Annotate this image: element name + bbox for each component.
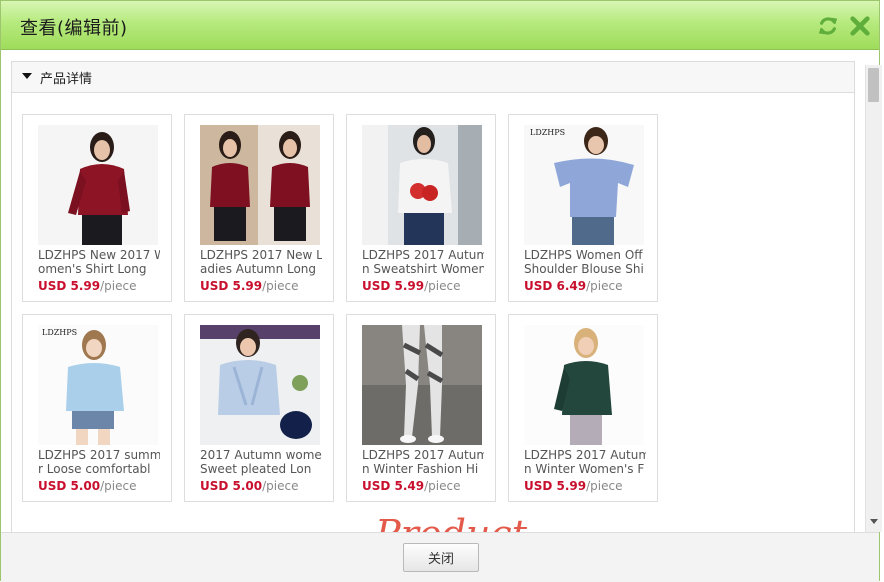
product-card[interactable]: 2017 Autumn women Sweet pleated Lon USD … bbox=[184, 314, 334, 502]
price-value: USD 5.99 bbox=[38, 279, 101, 293]
title-bar: 查看(编辑前) bbox=[1, 1, 879, 50]
product-price: USD 5.99/piece bbox=[524, 479, 623, 493]
product-card[interactable]: LDZHPS 2017 Autum n Sweatshirt Women USD… bbox=[346, 114, 496, 302]
svg-text:LDZHPS: LDZHPS bbox=[530, 128, 565, 137]
window-title: 查看(编辑前) bbox=[20, 18, 128, 39]
product-image[interactable] bbox=[524, 325, 644, 445]
product-image[interactable]: LDZHPS bbox=[524, 125, 644, 245]
product-image[interactable] bbox=[200, 125, 320, 245]
price-value: USD 5.99 bbox=[524, 479, 587, 493]
product-name[interactable]: LDZHPS Women Off Shoulder Blouse Shi bbox=[524, 248, 646, 276]
price-unit: /piece bbox=[586, 279, 623, 293]
product-name[interactable]: 2017 Autumn women Sweet pleated Lon bbox=[200, 448, 322, 476]
product-name[interactable]: LDZHPS 2017 New L adies Autumn Long bbox=[200, 248, 322, 276]
svg-text:LDZHPS: LDZHPS bbox=[42, 328, 77, 337]
product-price: USD 5.00/piece bbox=[200, 479, 299, 493]
product-image[interactable] bbox=[362, 125, 482, 245]
price-unit: /piece bbox=[262, 479, 299, 493]
scroll-down-icon[interactable] bbox=[870, 519, 878, 524]
panel-header[interactable]: 产品详情 bbox=[12, 62, 854, 93]
price-unit: /piece bbox=[262, 279, 299, 293]
product-image[interactable] bbox=[38, 125, 158, 245]
price-value: USD 5.49 bbox=[362, 479, 425, 493]
dialog-footer: 关闭 bbox=[1, 532, 879, 582]
product-card[interactable]: LDZHPS LDZHPS Women Off Shoulder Blouse … bbox=[508, 114, 658, 302]
product-name[interactable]: LDZHPS 2017 Autum n Winter Fashion Hi bbox=[362, 448, 484, 476]
price-unit: /piece bbox=[100, 279, 137, 293]
product-card[interactable]: LDZHPS 2017 New L adies Autumn Long USD … bbox=[184, 114, 334, 302]
product-show-banner: Product Show bbox=[375, 508, 625, 532]
dialog-window: 查看(编辑前) 产品详情 LDZHPS New 2017 W omen's Sh… bbox=[0, 0, 882, 582]
vertical-scrollbar[interactable] bbox=[865, 65, 882, 532]
scroll-thumb[interactable] bbox=[868, 68, 879, 102]
product-card[interactable]: LDZHPS New 2017 W omen's Shirt Long USD … bbox=[22, 114, 172, 302]
price-value: USD 5.00 bbox=[200, 479, 263, 493]
product-name[interactable]: LDZHPS 2017 Autum n Winter Women's F bbox=[524, 448, 646, 476]
product-image[interactable] bbox=[200, 325, 320, 445]
price-unit: /piece bbox=[424, 279, 461, 293]
panel-title: 产品详情 bbox=[40, 72, 93, 87]
product-price: USD 5.49/piece bbox=[362, 479, 461, 493]
product-card[interactable]: LDZHPS 2017 Autum n Winter Fashion Hi US… bbox=[346, 314, 496, 502]
close-icon[interactable] bbox=[849, 15, 871, 37]
product-card[interactable]: LDZHPS 2017 Autum n Winter Women's F USD… bbox=[508, 314, 658, 502]
price-unit: /piece bbox=[586, 479, 623, 493]
product-name[interactable]: LDZHPS 2017 Autum n Sweatshirt Women bbox=[362, 248, 484, 276]
price-value: USD 6.49 bbox=[524, 279, 587, 293]
product-name[interactable]: LDZHPS New 2017 W omen's Shirt Long bbox=[38, 248, 160, 276]
price-unit: /piece bbox=[100, 479, 137, 493]
price-value: USD 5.99 bbox=[362, 279, 425, 293]
product-name[interactable]: LDZHPS 2017 summe r Loose comfortabl bbox=[38, 448, 160, 476]
product-image[interactable] bbox=[362, 325, 482, 445]
product-image[interactable]: LDZHPS bbox=[38, 325, 158, 445]
product-price: USD 5.99/piece bbox=[38, 279, 137, 293]
product-price: USD 6.49/piece bbox=[524, 279, 623, 293]
price-value: USD 5.00 bbox=[38, 479, 101, 493]
refresh-icon[interactable] bbox=[817, 15, 839, 37]
price-unit: /piece bbox=[424, 479, 461, 493]
product-price: USD 5.99/piece bbox=[362, 279, 461, 293]
collapse-caret-icon[interactable] bbox=[22, 73, 32, 79]
product-card[interactable]: LDZHPS LDZHPS 2017 summe r Loose comfort… bbox=[22, 314, 172, 502]
price-value: USD 5.99 bbox=[200, 279, 263, 293]
close-button[interactable]: 关闭 bbox=[403, 543, 479, 572]
content-area: 产品详情 LDZHPS New 2017 W omen's Shirt Long bbox=[1, 50, 867, 532]
product-price: USD 5.99/piece bbox=[200, 279, 299, 293]
product-price: USD 5.00/piece bbox=[38, 479, 137, 493]
